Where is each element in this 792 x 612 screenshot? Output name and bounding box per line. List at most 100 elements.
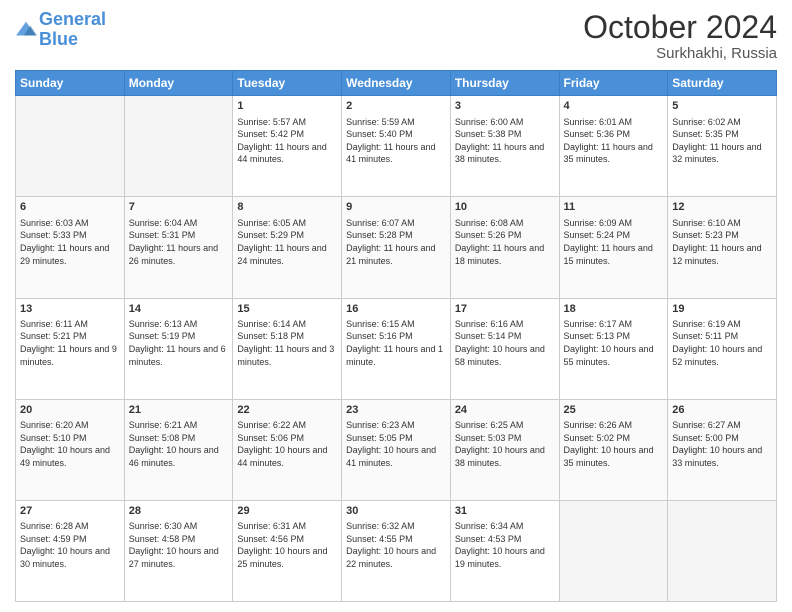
title-block: October 2024 Surkhakhi, Russia (583, 10, 777, 62)
table-row: 21Sunrise: 6:21 AMSunset: 5:08 PMDayligh… (124, 399, 233, 500)
table-row: 19Sunrise: 6:19 AMSunset: 5:11 PMDayligh… (668, 298, 777, 399)
table-row: 22Sunrise: 6:22 AMSunset: 5:06 PMDayligh… (233, 399, 342, 500)
day-number: 4 (564, 99, 664, 114)
table-row: 24Sunrise: 6:25 AMSunset: 5:03 PMDayligh… (450, 399, 559, 500)
day-info: Sunrise: 6:20 AMSunset: 5:10 PMDaylight:… (20, 419, 120, 469)
day-info: Sunrise: 6:19 AMSunset: 5:11 PMDaylight:… (672, 318, 772, 368)
day-number: 28 (129, 504, 229, 519)
day-number: 12 (672, 200, 772, 215)
table-row: 14Sunrise: 6:13 AMSunset: 5:19 PMDayligh… (124, 298, 233, 399)
day-number: 17 (455, 302, 555, 317)
day-number: 8 (237, 200, 337, 215)
location: Surkhakhi, Russia (583, 45, 777, 62)
table-row: 7 Sunrise: 6:04 AMSunset: 5:31 PMDaylight… (124, 197, 233, 298)
table-row: 28Sunrise: 6:30 AMSunset: 4:58 PMDayligh… (124, 500, 233, 601)
calendar-week-row: 27Sunrise: 6:28 AMSunset: 4:59 PMDayligh… (16, 500, 777, 601)
day-info: Sunrise: 6:09 AMSunset: 5:24 PMDaylight:… (564, 217, 664, 267)
table-row: 13Sunrise: 6:11 AMSunset: 5:21 PMDayligh… (16, 298, 125, 399)
day-info: Sunrise: 6:21 AMSunset: 5:08 PMDaylight:… (129, 419, 229, 469)
table-row: 20Sunrise: 6:20 AMSunset: 5:10 PMDayligh… (16, 399, 125, 500)
day-info: Sunrise: 6:04 AMSunset: 5:31 PMDaylight:… (129, 217, 229, 267)
calendar-week-row: 6 Sunrise: 6:03 AMSunset: 5:33 PMDaylight… (16, 197, 777, 298)
day-number: 27 (20, 504, 120, 519)
day-number: 23 (346, 403, 446, 418)
table-row: 26Sunrise: 6:27 AMSunset: 5:00 PMDayligh… (668, 399, 777, 500)
day-number: 3 (455, 99, 555, 114)
col-friday: Friday (559, 71, 668, 96)
table-row: 6 Sunrise: 6:03 AMSunset: 5:33 PMDaylight… (16, 197, 125, 298)
table-row: 2 Sunrise: 5:59 AMSunset: 5:40 PMDaylight… (342, 96, 451, 197)
day-info: Sunrise: 6:32 AMSunset: 4:55 PMDaylight:… (346, 520, 446, 570)
table-row: 3 Sunrise: 6:00 AMSunset: 5:38 PMDaylight… (450, 96, 559, 197)
table-row: 1Sunrise: 5:57 AMSunset: 5:42 PMDaylight… (233, 96, 342, 197)
table-row: 11 Sunrise: 6:09 AMSunset: 5:24 PMDayligh… (559, 197, 668, 298)
col-tuesday: Tuesday (233, 71, 342, 96)
day-number: 11 (564, 200, 664, 215)
table-row (559, 500, 668, 601)
col-sunday: Sunday (16, 71, 125, 96)
day-number: 15 (237, 302, 337, 317)
day-info: Sunrise: 6:31 AMSunset: 4:56 PMDaylight:… (237, 520, 337, 570)
day-number: 21 (129, 403, 229, 418)
logo-line1: General (39, 9, 106, 29)
table-row: 15Sunrise: 6:14 AMSunset: 5:18 PMDayligh… (233, 298, 342, 399)
day-info: Sunrise: 6:15 AMSunset: 5:16 PMDaylight:… (346, 318, 446, 368)
day-info: Sunrise: 6:25 AMSunset: 5:03 PMDaylight:… (455, 419, 555, 469)
day-info: Sunrise: 6:22 AMSunset: 5:06 PMDaylight:… (237, 419, 337, 469)
day-number: 2 (346, 99, 446, 114)
col-wednesday: Wednesday (342, 71, 451, 96)
day-info: Sunrise: 6:01 AMSunset: 5:36 PMDaylight:… (564, 116, 664, 166)
day-info: Sunrise: 6:23 AMSunset: 5:05 PMDaylight:… (346, 419, 446, 469)
day-number: 13 (20, 302, 120, 317)
day-number: 16 (346, 302, 446, 317)
table-row: 18Sunrise: 6:17 AMSunset: 5:13 PMDayligh… (559, 298, 668, 399)
day-info: Sunrise: 6:07 AMSunset: 5:28 PMDaylight:… (346, 217, 446, 267)
day-number: 30 (346, 504, 446, 519)
table-row: 25Sunrise: 6:26 AMSunset: 5:02 PMDayligh… (559, 399, 668, 500)
day-info: Sunrise: 6:05 AMSunset: 5:29 PMDaylight:… (237, 217, 337, 267)
day-number: 19 (672, 302, 772, 317)
day-number: 20 (20, 403, 120, 418)
table-row: 4 Sunrise: 6:01 AMSunset: 5:36 PMDaylight… (559, 96, 668, 197)
day-info: Sunrise: 5:59 AMSunset: 5:40 PMDaylight:… (346, 116, 446, 166)
day-info: Sunrise: 6:17 AMSunset: 5:13 PMDaylight:… (564, 318, 664, 368)
table-row: 30Sunrise: 6:32 AMSunset: 4:55 PMDayligh… (342, 500, 451, 601)
day-number: 22 (237, 403, 337, 418)
day-info: Sunrise: 6:10 AMSunset: 5:23 PMDaylight:… (672, 217, 772, 267)
month-title: October 2024 (583, 10, 777, 45)
table-row: 27Sunrise: 6:28 AMSunset: 4:59 PMDayligh… (16, 500, 125, 601)
table-row (16, 96, 125, 197)
day-info: Sunrise: 6:34 AMSunset: 4:53 PMDaylight:… (455, 520, 555, 570)
page: General Blue October 2024 Surkhakhi, Rus… (0, 0, 792, 612)
table-row: 5Sunrise: 6:02 AMSunset: 5:35 PMDaylight… (668, 96, 777, 197)
day-number: 6 (20, 200, 120, 215)
logo-line2: Blue (39, 29, 78, 49)
day-info: Sunrise: 6:13 AMSunset: 5:19 PMDaylight:… (129, 318, 229, 368)
header: General Blue October 2024 Surkhakhi, Rus… (15, 10, 777, 62)
table-row: 17Sunrise: 6:16 AMSunset: 5:14 PMDayligh… (450, 298, 559, 399)
logo-icon (15, 19, 37, 41)
day-info: Sunrise: 6:03 AMSunset: 5:33 PMDaylight:… (20, 217, 120, 267)
day-number: 25 (564, 403, 664, 418)
table-row: 31Sunrise: 6:34 AMSunset: 4:53 PMDayligh… (450, 500, 559, 601)
calendar-header-row: Sunday Monday Tuesday Wednesday Thursday… (16, 71, 777, 96)
calendar-week-row: 20Sunrise: 6:20 AMSunset: 5:10 PMDayligh… (16, 399, 777, 500)
day-info: Sunrise: 6:08 AMSunset: 5:26 PMDaylight:… (455, 217, 555, 267)
day-number: 29 (237, 504, 337, 519)
day-info: Sunrise: 6:00 AMSunset: 5:38 PMDaylight:… (455, 116, 555, 166)
table-row (124, 96, 233, 197)
table-row: 23Sunrise: 6:23 AMSunset: 5:05 PMDayligh… (342, 399, 451, 500)
calendar-week-row: 13Sunrise: 6:11 AMSunset: 5:21 PMDayligh… (16, 298, 777, 399)
calendar-week-row: 1Sunrise: 5:57 AMSunset: 5:42 PMDaylight… (16, 96, 777, 197)
day-number: 24 (455, 403, 555, 418)
day-number: 7 (129, 200, 229, 215)
day-number: 31 (455, 504, 555, 519)
day-number: 14 (129, 302, 229, 317)
table-row: 29Sunrise: 6:31 AMSunset: 4:56 PMDayligh… (233, 500, 342, 601)
day-number: 1 (237, 99, 337, 114)
table-row: 10Sunrise: 6:08 AMSunset: 5:26 PMDayligh… (450, 197, 559, 298)
logo: General Blue (15, 10, 106, 50)
day-number: 5 (672, 99, 772, 114)
table-row: 16Sunrise: 6:15 AMSunset: 5:16 PMDayligh… (342, 298, 451, 399)
day-info: Sunrise: 6:28 AMSunset: 4:59 PMDaylight:… (20, 520, 120, 570)
